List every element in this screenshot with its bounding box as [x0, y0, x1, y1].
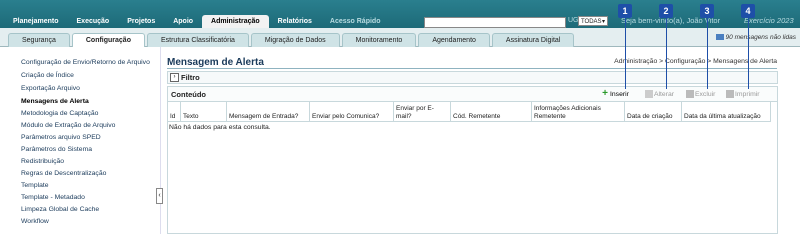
tab-migracao-de-dados[interactable]: Migração de Dados [250, 33, 340, 47]
column-header-enviar-email[interactable]: Enviar por E-mail? [393, 102, 451, 122]
menu-relatorios[interactable]: Relatórios [269, 15, 321, 28]
callout-2: 2 [659, 4, 673, 18]
sidebar-item-redistribuicao[interactable]: Redistribuição [21, 158, 64, 165]
sidebar: Configuração de Envio/Retorno de Arquivo… [0, 47, 161, 234]
callout-1-line [625, 18, 626, 89]
quick-access-input[interactable] [424, 17, 566, 28]
content-header: Conteúdo + Inserir Alterar Excluir Imprim… [168, 87, 777, 102]
sidebar-item-parametros-sistema[interactable]: Parâmetros do Sistema [21, 146, 92, 153]
table-header-row: Id Texto Mensagem de Entrada? Enviar pel… [168, 102, 771, 122]
mail-icon [715, 34, 724, 41]
title-divider [167, 68, 777, 69]
menu-planejamento[interactable]: Planejamento [4, 15, 68, 28]
expand-icon[interactable]: › [170, 73, 179, 82]
ug-label: UG [568, 17, 579, 24]
top-menu: Planejamento Execução Projetos Apoio Adm… [4, 15, 389, 28]
sidebar-item-workflow[interactable]: Workflow [21, 218, 49, 225]
sidebar-item-regras-descentralizacao[interactable]: Regras de Descentralização [21, 170, 106, 177]
chevron-down-icon: ▾ [601, 19, 605, 25]
printer-icon [726, 90, 734, 98]
sidebar-item-configuracao-envio[interactable]: Configuração de Envio/Retorno de Arquivo [21, 59, 150, 66]
callout-2-line [666, 18, 667, 89]
tab-monitoramento[interactable]: Monitoramento [341, 33, 417, 47]
tab-seguranca[interactable]: Segurança [8, 33, 70, 47]
tab-estrutura-classificatoria[interactable]: Estrutura Classificatória [146, 33, 249, 47]
filter-panel[interactable]: › Filtro [167, 71, 778, 84]
ug-select-value: TODAS [581, 19, 602, 25]
sidebar-item-limpeza-cache[interactable]: Limpeza Global de Cache [21, 206, 99, 213]
column-header-cod-remetente[interactable]: Cód. Remetente [450, 102, 532, 122]
column-header-mensagem-entrada[interactable]: Mensagem de Entrada? [226, 102, 310, 122]
callout-1: 1 [618, 4, 632, 18]
sidebar-item-template[interactable]: Template [21, 182, 49, 189]
callout-4-line [748, 18, 749, 89]
sidebar-item-criacao-indice[interactable]: Criação de Índice [21, 72, 74, 79]
edit-label: Alterar [654, 90, 675, 98]
empty-state-message: Não há dados para esta consulta. [169, 124, 271, 131]
ug-select[interactable]: TODAS ▾ [578, 16, 608, 26]
sidebar-item-modulo-extracao[interactable]: Módulo de Extração de Arquivo [21, 122, 115, 129]
insert-button[interactable]: + Inserir [601, 88, 629, 99]
sidebar-item-metodologia-captacao[interactable]: Metodologia de Captação [21, 110, 98, 117]
delete-button[interactable]: Excluir [686, 90, 715, 98]
quick-access-label: Acesso Rápido [329, 18, 381, 25]
edit-button[interactable]: Alterar [645, 90, 674, 98]
content-panel: Conteúdo + Inserir Alterar Excluir Imprim… [167, 86, 778, 234]
menu-administracao[interactable]: Administração [202, 15, 269, 28]
sidebar-collapse-handle[interactable]: ‹ [156, 188, 163, 204]
sidebar-item-parametros-sped[interactable]: Parâmetros arquivo SPED [21, 134, 101, 141]
menu-projetos[interactable]: Projetos [118, 15, 164, 28]
data-table: Id Texto Mensagem de Entrada? Enviar pel… [168, 102, 771, 122]
menu-execucao[interactable]: Execução [68, 15, 119, 28]
column-header-data-atualizacao[interactable]: Data da última atualização [681, 102, 771, 122]
delete-label: Excluir [695, 90, 716, 98]
plus-icon: + [602, 88, 608, 99]
sub-tabs: Segurança Configuração Estrutura Classif… [8, 33, 576, 48]
print-button[interactable]: Imprimir [726, 90, 760, 98]
tab-configuracao[interactable]: Configuração [71, 33, 145, 48]
top-menu-bar: Planejamento Execução Projetos Apoio Adm… [0, 0, 800, 28]
tab-assinatura-digital[interactable]: Assinatura Digital [491, 33, 575, 47]
print-label: Imprimir [735, 90, 760, 98]
tab-agendamento[interactable]: Agendamento [418, 33, 490, 47]
breadcrumb: Administração > Configuração > Mensagens… [614, 58, 777, 65]
callout-3-line [707, 18, 708, 89]
column-header-enviar-comunica[interactable]: Enviar pelo Comunica? [309, 102, 394, 122]
callout-4: 4 [741, 4, 755, 18]
column-header-texto[interactable]: Texto [180, 102, 227, 122]
trash-icon [686, 90, 694, 98]
column-header-info-adicionais[interactable]: Informações Adicionais Remetente [531, 102, 625, 122]
insert-label: Inserir [610, 90, 629, 98]
content-label: Conteúdo [171, 90, 206, 99]
messages-count: 90 mensagens não lidas [725, 34, 796, 41]
menu-apoio[interactable]: Apoio [164, 15, 202, 28]
sidebar-item-mensagens-alerta[interactable]: Mensagens de Alerta [21, 98, 89, 105]
page-title: Mensagem de Alerta [167, 57, 264, 68]
messages-link[interactable]: 90 mensagens não lidas [715, 34, 796, 41]
sidebar-item-exportacao-arquivo[interactable]: Exportação Arquivo [21, 85, 80, 92]
column-header-data-criacao[interactable]: Data de criação [624, 102, 682, 122]
edit-icon [645, 90, 653, 98]
column-header-id[interactable]: Id [168, 102, 181, 122]
sub-tab-bar: Segurança Configuração Estrutura Classif… [0, 28, 800, 48]
callout-3: 3 [700, 4, 714, 18]
sidebar-item-template-metadado[interactable]: Template - Metadado [21, 194, 85, 201]
filter-label: Filtro [181, 73, 200, 82]
